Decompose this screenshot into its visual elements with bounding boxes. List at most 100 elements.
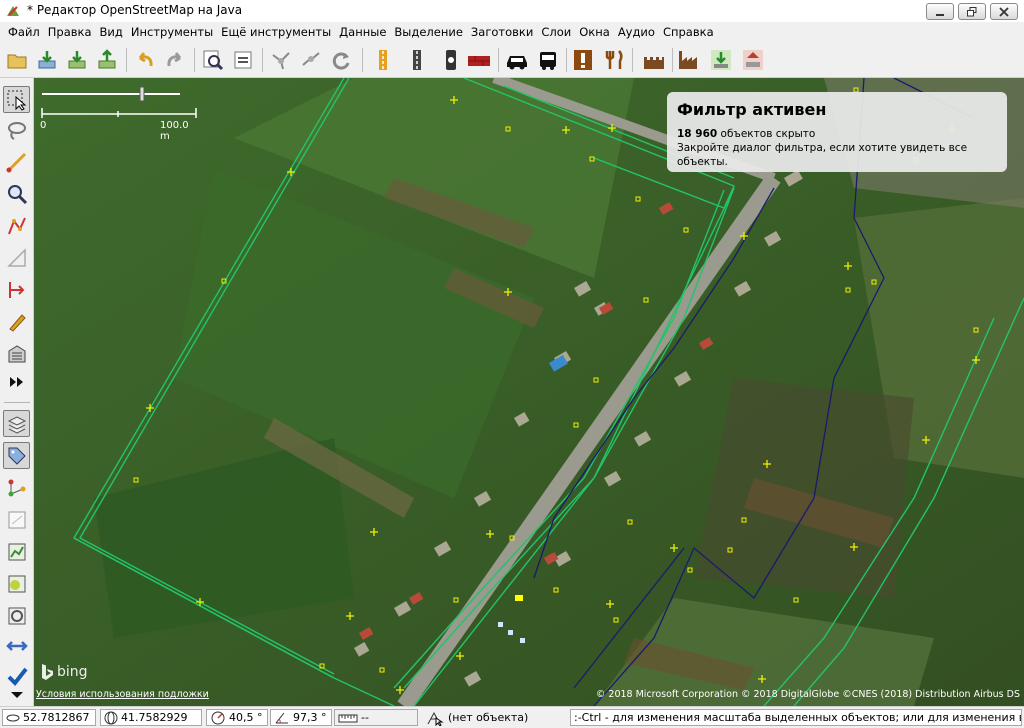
bing-label: bing — [57, 664, 88, 680]
close-button[interactable] — [990, 3, 1018, 20]
latitude-value: 52.7812867 — [23, 711, 90, 724]
menu-data[interactable]: Данные — [335, 25, 390, 39]
redo-icon[interactable] — [162, 47, 188, 73]
scroll-down-icon[interactable] — [3, 686, 30, 704]
imagery-terms-link[interactable]: Условия использования подложки — [36, 689, 209, 700]
check-icon[interactable] — [3, 662, 30, 689]
landuse-icon[interactable] — [708, 47, 734, 73]
relation-icon[interactable] — [3, 474, 30, 501]
title-bar: * Редактор OpenStreetMap на Java — [0, 0, 1024, 23]
changeset-icon[interactable] — [3, 538, 30, 565]
merge-nodes-icon[interactable] — [268, 47, 294, 73]
factory-icon[interactable] — [676, 47, 702, 73]
help-text: :-Ctrl - для изменения масштаба выделенн… — [574, 711, 1021, 724]
barrier-icon[interactable] — [466, 47, 492, 73]
minimize-icon — [936, 14, 944, 16]
heading-field: 40,5 ° — [206, 709, 268, 726]
conflict-icon[interactable] — [3, 570, 30, 597]
window-title: * Редактор OpenStreetMap на Java — [27, 3, 243, 17]
more-icon[interactable] — [3, 368, 30, 395]
split-way-icon[interactable] — [298, 47, 324, 73]
menu-file[interactable]: Файл — [4, 25, 44, 39]
warning-icon[interactable] — [570, 47, 596, 73]
tag-icon[interactable] — [3, 442, 30, 469]
menu-layers[interactable]: Слои — [537, 25, 575, 39]
road-icon[interactable] — [370, 47, 396, 73]
toolbar-separator — [632, 48, 633, 72]
filter-icon[interactable] — [3, 602, 30, 629]
restore-icon — [967, 7, 977, 17]
toolbar-separator — [4, 402, 30, 403]
minimize-button[interactable] — [926, 3, 954, 20]
map-view[interactable]: 0 100.0 m Фильтр активен 18 960 объектов… — [34, 78, 1024, 706]
validation-icon[interactable] — [3, 632, 30, 659]
object-field: (нет объекта) — [422, 709, 566, 726]
upload-icon[interactable] — [94, 47, 120, 73]
download-icon[interactable] — [34, 47, 60, 73]
menu-edit[interactable]: Правка — [44, 25, 96, 39]
help-text-field: :-Ctrl - для изменения масштаба выделенн… — [570, 709, 1022, 726]
menu-help[interactable]: Справка — [659, 25, 718, 39]
angle-value: 97,3 ° — [293, 711, 327, 724]
satellite-imagery — [34, 78, 1024, 706]
menu-tools[interactable]: Инструменты — [127, 25, 217, 39]
filter-title: Фильтр активен — [677, 100, 827, 119]
latitude-field: 52.7812867 — [2, 709, 96, 726]
undo-icon[interactable] — [132, 47, 158, 73]
toolbar-separator — [194, 48, 195, 72]
highway-icon[interactable] — [404, 47, 430, 73]
pencil-icon[interactable] — [3, 308, 30, 335]
latitude-icon — [6, 714, 20, 721]
close-icon — [999, 7, 1009, 17]
menu-more-tools[interactable]: Ещё инструменты — [217, 25, 335, 39]
history-icon[interactable] — [3, 506, 30, 533]
bing-logo: bing — [40, 663, 88, 681]
building-icon[interactable] — [740, 47, 766, 73]
parallel-icon[interactable] — [3, 244, 30, 271]
lasso-icon[interactable] — [3, 116, 30, 143]
filter-hidden-text: объектов скрыто — [720, 128, 816, 140]
refresh-icon[interactable] — [328, 47, 354, 73]
object-icon — [427, 711, 444, 726]
restaurant-icon[interactable] — [602, 47, 628, 73]
menu-presets[interactable]: Заготовки — [467, 25, 537, 39]
menu-view[interactable]: Вид — [96, 25, 127, 39]
object-value: (нет объекта) — [448, 711, 529, 724]
map-scale: 0 100.0 m — [40, 84, 200, 142]
restore-button[interactable] — [958, 3, 986, 20]
ruler-icon — [338, 714, 358, 722]
toolbar-separator — [362, 48, 363, 72]
draw-tool-icon[interactable] — [3, 148, 30, 175]
zoom-selection-icon[interactable] — [200, 47, 226, 73]
filter-hidden-count: 18 960 — [677, 128, 718, 140]
building-tool-icon[interactable] — [3, 340, 30, 367]
layers-icon[interactable] — [3, 410, 30, 437]
left-toolbar — [0, 78, 34, 706]
zoom-tool-icon[interactable] — [3, 180, 30, 207]
menu-selection[interactable]: Выделение — [390, 25, 467, 39]
open-icon[interactable] — [4, 47, 30, 73]
car-icon[interactable] — [504, 47, 530, 73]
scale-max: 100.0 m — [160, 120, 189, 142]
distance-value: -- — [361, 711, 369, 724]
bus-icon[interactable] — [535, 47, 561, 73]
toolbar-separator — [126, 48, 127, 72]
split-icon[interactable] — [3, 276, 30, 303]
menu-bar: Файл Правка Вид Инструменты Ещё инструме… — [0, 22, 1024, 42]
toolbar-separator — [672, 48, 673, 72]
traffic-signal-icon[interactable] — [438, 47, 464, 73]
menu-audio[interactable]: Аудио — [614, 25, 659, 39]
preferences-icon[interactable] — [230, 47, 256, 73]
improve-way-icon[interactable] — [3, 212, 30, 239]
main-toolbar — [0, 42, 1024, 78]
longitude-icon — [104, 711, 118, 724]
download-area-icon[interactable] — [64, 47, 90, 73]
select-tool-icon[interactable] — [3, 86, 30, 113]
scale-zero: 0 — [40, 120, 47, 131]
zoom-slider[interactable] — [40, 84, 200, 120]
heading-icon — [211, 711, 225, 724]
castle-icon[interactable] — [641, 47, 667, 73]
menu-windows[interactable]: Окна — [575, 25, 614, 39]
filter-active-panel: Фильтр активен 18 960 объектов скрыто За… — [667, 92, 1007, 172]
imagery-copyright: © 2018 Microsoft Corporation © 2018 Digi… — [595, 689, 1020, 700]
